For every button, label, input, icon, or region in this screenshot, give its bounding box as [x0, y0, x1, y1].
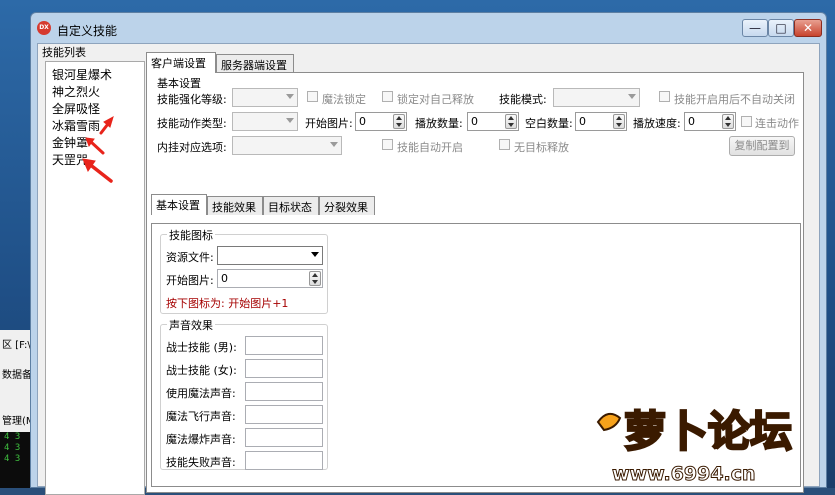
minimize-button[interactable]: — [742, 19, 768, 37]
magic-explosion-sound-input[interactable] [245, 428, 323, 447]
auto-start-label: 技能自动开启 [397, 141, 463, 154]
icon-start-image-stepper[interactable]: 0 [217, 269, 323, 288]
play-count-label: 播放数量: [415, 117, 463, 130]
auto-close-checkbox[interactable] [659, 91, 670, 102]
use-magic-sound-input[interactable] [245, 382, 323, 401]
watermark-logo: 萝卜论坛 www.6994.cn [596, 406, 793, 486]
watermark-url: www.6994.cn [612, 463, 756, 485]
icon-start-image-label: 开始图片: [166, 274, 214, 287]
play-count-stepper[interactable]: 0 [467, 112, 519, 131]
sound-effects-title: 声音效果 [167, 317, 215, 333]
blank-count-label: 空白数量: [525, 117, 573, 130]
no-target-checkbox[interactable] [499, 139, 510, 150]
chevron-down-icon [628, 94, 636, 99]
skill-list-title: 技能列表 [42, 46, 86, 59]
title-bar[interactable]: DX 自定义技能 — □ ✕ [31, 13, 826, 43]
action-type-label: 技能动作类型: [157, 117, 227, 130]
action-type-select[interactable] [232, 112, 298, 131]
combo-action-checkbox[interactable] [741, 116, 752, 127]
combo-action-label: 连击动作 [755, 117, 799, 130]
plugin-option-label: 内挂对应选项: [157, 141, 227, 154]
warrior-female-sound-input[interactable] [245, 359, 323, 378]
tab-basic-settings[interactable]: 基本设置 [151, 194, 207, 215]
spin-arrows-icon[interactable] [722, 114, 734, 129]
site-watermark: 萝卜论坛 www.6994.cn [590, 394, 830, 486]
chevron-down-icon [311, 252, 319, 257]
lock-self-checkbox[interactable] [382, 91, 393, 102]
magic-lock-checkbox[interactable] [307, 91, 318, 102]
tab-split-effect[interactable]: 分裂效果 [319, 196, 375, 215]
play-speed-stepper[interactable]: 0 [684, 112, 736, 131]
skill-list-item[interactable]: 全屏吸怪 [52, 100, 100, 117]
resource-file-label: 资源文件: [166, 251, 214, 264]
warrior-male-sound-label: 战士技能 (男): [166, 341, 237, 354]
copy-config-button[interactable]: 复制配置到 [729, 136, 795, 156]
sound-effects-group: 声音效果 战士技能 (男): 战士技能 (女): 使用魔法声音: 魔法飞行声音:… [160, 317, 328, 470]
maximize-button[interactable]: □ [768, 19, 794, 37]
use-magic-sound-label: 使用魔法声音: [166, 387, 236, 400]
play-count-value: 0 [471, 115, 478, 128]
skill-fail-sound-input[interactable] [245, 451, 323, 470]
start-image-stepper[interactable]: 0 [355, 112, 407, 131]
spin-arrows-icon[interactable] [505, 114, 517, 129]
skill-mode-select[interactable] [553, 88, 640, 107]
skill-icon-group: 技能图标 资源文件: 开始图片: 0 按下图标为: 开始图片+1 [160, 227, 328, 314]
tab-skill-effect[interactable]: 技能效果 [207, 196, 263, 215]
play-speed-value: 0 [688, 115, 695, 128]
magic-flight-sound-label: 魔法飞行声音: [166, 410, 236, 423]
blank-count-value: 0 [579, 115, 586, 128]
tab-server-settings[interactable]: 服务器端设置 [216, 54, 294, 73]
tab-target-status[interactable]: 目标状态 [263, 196, 319, 215]
icon-press-hint: 按下图标为: 开始图片+1 [166, 297, 289, 310]
plugin-option-select[interactable] [232, 136, 342, 155]
tab-client-settings[interactable]: 客户端设置 [146, 52, 216, 73]
icon-start-image-value: 0 [221, 272, 228, 285]
magic-flight-sound-input[interactable] [245, 405, 323, 424]
skill-list-item[interactable]: 天罡咒 [52, 151, 88, 168]
play-speed-label: 播放速度: [633, 117, 681, 130]
skill-fail-sound-label: 技能失败声音: [166, 456, 236, 469]
enhance-level-select[interactable] [232, 88, 298, 107]
skill-list-item[interactable]: 银河星爆术 [52, 66, 112, 83]
spin-arrows-icon[interactable] [613, 114, 625, 129]
skill-mode-label: 技能模式: [499, 93, 547, 106]
spin-arrows-icon[interactable] [393, 114, 405, 129]
blank-count-stepper[interactable]: 0 [575, 112, 627, 131]
chevron-down-icon [286, 118, 294, 123]
skill-icon-title: 技能图标 [167, 227, 215, 243]
no-target-label: 无目标释放 [514, 141, 569, 154]
start-image-label: 开始图片: [305, 117, 353, 130]
app-icon: DX [37, 21, 51, 35]
skill-list-item[interactable]: 神之烈火 [52, 83, 100, 100]
lock-self-label: 锁定对自己释放 [397, 93, 474, 106]
magic-explosion-sound-label: 魔法爆炸声音: [166, 433, 236, 446]
basic-settings-title: 基本设置 [157, 77, 201, 90]
resource-file-select[interactable] [217, 246, 323, 265]
close-button[interactable]: ✕ [794, 19, 822, 37]
auto-close-label: 技能开启用后不自动关闭 [674, 93, 795, 106]
window-title: 自定义技能 [57, 24, 118, 38]
skill-list[interactable]: 银河星爆术 神之烈火 全屏吸怪 冰霜雪雨 金钟罩 天罡咒 [45, 61, 145, 495]
chevron-down-icon [286, 94, 294, 99]
enhance-level-label: 技能强化等级: [157, 93, 227, 106]
watermark-brand: 萝卜论坛 [624, 407, 792, 456]
warrior-female-sound-label: 战士技能 (女): [166, 364, 237, 377]
skill-list-item[interactable]: 金钟罩 [52, 134, 88, 151]
skill-list-item[interactable]: 冰霜雪雨 [52, 117, 100, 134]
start-image-value: 0 [359, 115, 366, 128]
chevron-down-icon [330, 142, 338, 147]
auto-start-checkbox[interactable] [382, 139, 393, 150]
spin-arrows-icon[interactable] [309, 271, 321, 286]
magic-lock-label: 魔法锁定 [322, 93, 366, 106]
warrior-male-sound-input[interactable] [245, 336, 323, 355]
